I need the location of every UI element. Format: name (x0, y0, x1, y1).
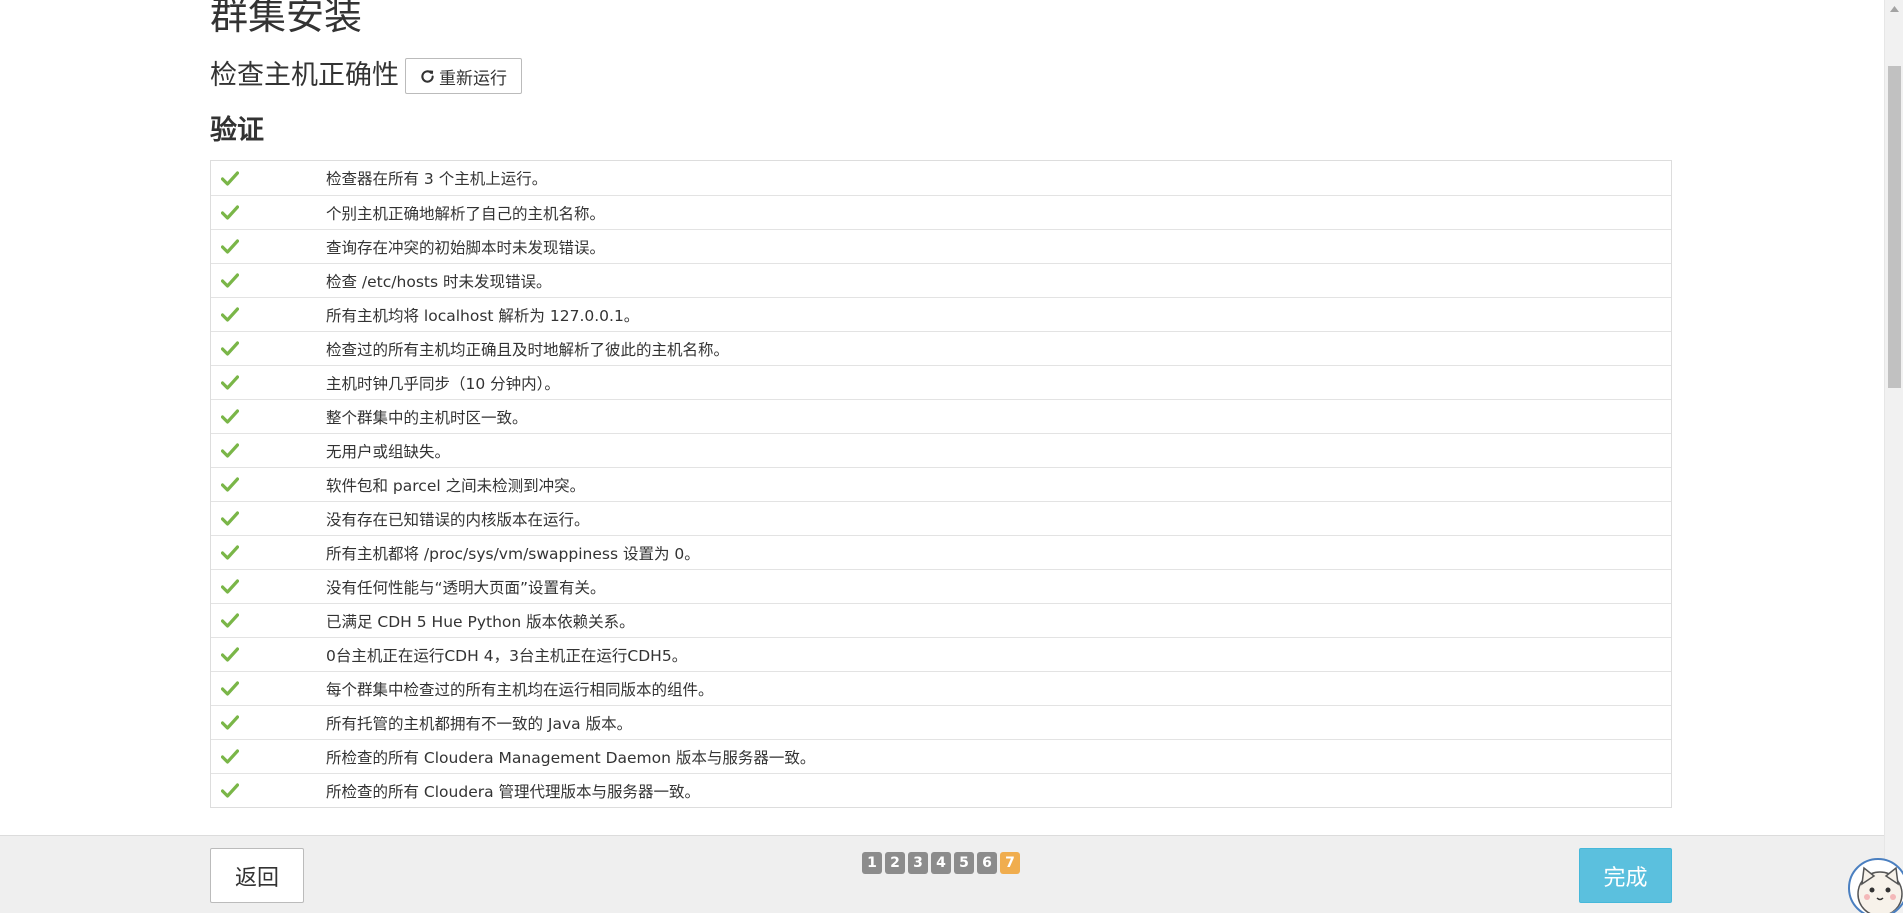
page: 群集安装 检查主机正确性 重新运行 验证 检查器在所有 3 个主机上运行。个别主… (0, 0, 1903, 913)
page-title: 群集安装 (210, 0, 363, 38)
check-text: 已满足 CDH 5 Hue Python 版本依赖关系。 (326, 612, 635, 631)
checkmark-icon (211, 409, 326, 424)
wizard-step-7[interactable]: 7 (1000, 852, 1020, 874)
section-header: 检查主机正确性 重新运行 (210, 58, 522, 94)
check-row: 所有主机都将 /proc/sys/vm/swappiness 设置为 0。 (211, 535, 1671, 569)
check-text: 个别主机正确地解析了自己的主机名称。 (326, 204, 606, 223)
cat-face-icon (1857, 866, 1903, 913)
check-row: 检查 /etc/hosts 时未发现错误。 (211, 263, 1671, 297)
wizard-step-2[interactable]: 2 (885, 852, 905, 874)
section-title: 检查主机正确性 (210, 60, 399, 91)
check-row: 每个群集中检查过的所有主机均在运行相同版本的组件。 (211, 671, 1671, 705)
refresh-icon (421, 69, 434, 83)
checkmark-icon (211, 647, 326, 662)
check-text: 检查器在所有 3 个主机上运行。 (326, 170, 548, 188)
check-text: 无用户或组缺失。 (326, 442, 451, 461)
check-row: 检查器在所有 3 个主机上运行。 (211, 161, 1671, 195)
wizard-step-6[interactable]: 6 (977, 852, 997, 874)
check-text: 主机时钟几乎同步（10 分钟内）。 (326, 374, 560, 393)
finish-button[interactable]: 完成 (1579, 848, 1672, 903)
checkmark-icon (211, 681, 326, 696)
check-text: 没有存在已知错误的内核版本在运行。 (326, 510, 590, 529)
checkmark-icon (211, 170, 326, 186)
check-text: 检查过的所有主机均正确且及时地解析了彼此的主机名称。 (326, 340, 730, 359)
checkmark-icon (211, 715, 326, 730)
check-text: 所检查的所有 Cloudera Management Daemon 版本与服务器… (326, 748, 816, 767)
check-row: 没有任何性能与“透明大页面”设置有关。 (211, 569, 1671, 603)
check-row: 没有存在已知错误的内核版本在运行。 (211, 501, 1671, 535)
scroll-thumb[interactable] (1888, 66, 1901, 388)
check-row: 个别主机正确地解析了自己的主机名称。 (211, 195, 1671, 229)
check-row: 所有主机均将 localhost 解析为 127.0.0.1。 (211, 297, 1671, 331)
checkmark-icon (211, 579, 326, 594)
wizard-footer: 返回 1234567 完成 (0, 835, 1884, 913)
check-row: 0台主机正在运行CDH 4，3台主机正在运行CDH5。 (211, 637, 1671, 671)
rerun-button[interactable]: 重新运行 (405, 58, 522, 94)
verify-title: 验证 (210, 115, 264, 146)
back-button[interactable]: 返回 (210, 848, 304, 903)
vertical-scrollbar[interactable] (1884, 0, 1903, 913)
assistant-avatar[interactable] (1848, 858, 1903, 913)
wizard-steps: 1234567 (862, 852, 1020, 874)
check-row: 已满足 CDH 5 Hue Python 版本依赖关系。 (211, 603, 1671, 637)
checkmark-icon (211, 545, 326, 560)
check-row: 主机时钟几乎同步（10 分钟内）。 (211, 365, 1671, 399)
checkmark-icon (211, 307, 326, 322)
validation-list: 检查器在所有 3 个主机上运行。个别主机正确地解析了自己的主机名称。 查询存在冲突… (210, 160, 1672, 808)
rerun-label: 重新运行 (439, 68, 507, 88)
check-text: 所有主机均将 localhost 解析为 127.0.0.1。 (326, 306, 640, 325)
checkmark-icon (211, 477, 326, 492)
checkmark-icon (211, 341, 326, 356)
check-text: 所有主机都将 /proc/sys/vm/swappiness 设置为 0。 (326, 544, 700, 563)
checkmark-icon (211, 749, 326, 764)
checkmark-icon (211, 511, 326, 526)
checkmark-icon (211, 613, 326, 628)
check-text: 软件包和 parcel 之间未检测到冲突。 (326, 476, 586, 495)
check-row: 软件包和 parcel 之间未检测到冲突。 (211, 467, 1671, 501)
wizard-step-1[interactable]: 1 (862, 852, 882, 874)
checkmark-icon (211, 239, 326, 254)
check-text: 每个群集中检查过的所有主机均在运行相同版本的组件。 (326, 680, 714, 699)
check-row: 查询存在冲突的初始脚本时未发现错误。 (211, 229, 1671, 263)
scroll-up-arrow-icon[interactable] (1885, 0, 1903, 17)
wizard-step-4[interactable]: 4 (931, 852, 951, 874)
checkmark-icon (211, 273, 326, 288)
check-row: 检查过的所有主机均正确且及时地解析了彼此的主机名称。 (211, 331, 1671, 365)
checkmark-icon (211, 375, 326, 390)
check-row: 所检查的所有 Cloudera 管理代理版本与服务器一致。 (211, 773, 1671, 807)
check-row: 无用户或组缺失。 (211, 433, 1671, 467)
check-row: 整个群集中的主机时区一致。 (211, 399, 1671, 433)
check-text: 没有任何性能与“透明大页面”设置有关。 (326, 578, 606, 597)
check-row: 所有托管的主机都拥有不一致的 Java 版本。 (211, 705, 1671, 739)
check-text: 整个群集中的主机时区一致。 (326, 408, 528, 427)
wizard-step-5[interactable]: 5 (954, 852, 974, 874)
check-text: 0台主机正在运行CDH 4，3台主机正在运行CDH5。 (326, 646, 688, 665)
check-row: 所检查的所有 Cloudera Management Daemon 版本与服务器… (211, 739, 1671, 773)
check-text: 所有托管的主机都拥有不一致的 Java 版本。 (326, 714, 633, 733)
wizard-step-3[interactable]: 3 (908, 852, 928, 874)
check-text: 检查 /etc/hosts 时未发现错误。 (326, 272, 552, 291)
checkmark-icon (211, 443, 326, 458)
checkmark-icon (211, 783, 326, 798)
check-text: 查询存在冲突的初始脚本时未发现错误。 (326, 238, 606, 257)
checkmark-icon (211, 205, 326, 220)
check-text: 所检查的所有 Cloudera 管理代理版本与服务器一致。 (326, 782, 701, 801)
